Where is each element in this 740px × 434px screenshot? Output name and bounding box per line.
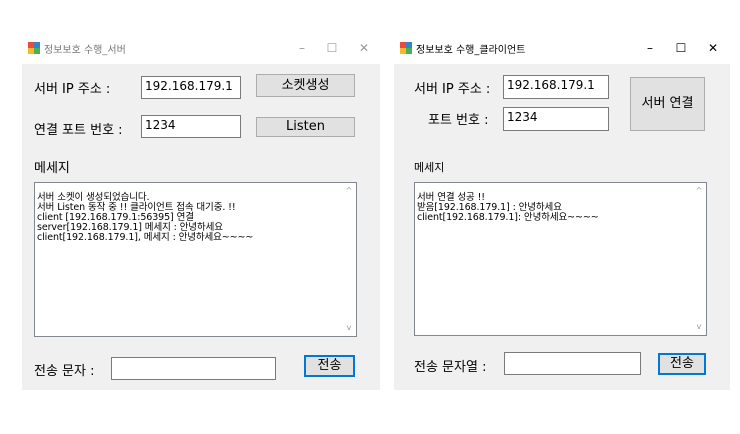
server-port-label: 연결 포트 번호 : xyxy=(34,123,123,138)
client-window: 정보보호 수행_클라이언트 – ☐ ✕ 서버 IP 주소 : 192.168.1… xyxy=(394,32,730,390)
client-message-text: 서버 연결 성공 !! 받음[192.168.179.1] : 안녕하세요 cl… xyxy=(417,192,599,223)
app-icon xyxy=(400,42,412,54)
close-button[interactable]: ✕ xyxy=(352,39,376,57)
client-message-label: 메세지 xyxy=(414,161,445,174)
server-titlebar[interactable]: 정보보호 수행_서버 – ☐ ✕ xyxy=(22,32,380,64)
server-window: 정보보호 수행_서버 – ☐ ✕ 서버 IP 주소 : 192.168.179.… xyxy=(22,32,380,390)
scroll-up-icon[interactable]: ^ xyxy=(344,186,354,196)
client-send-input[interactable] xyxy=(504,352,641,375)
server-message-box[interactable]: 서버 소켓이 생성되었습니다. 서버 Listen 동작 중 !! 클라이언트 … xyxy=(34,182,357,337)
minimize-button[interactable]: – xyxy=(638,39,662,57)
server-ip-label: 서버 IP 주소 : xyxy=(34,82,111,97)
client-ip-input[interactable]: 192.168.179.1 xyxy=(503,75,609,99)
client-port-label: 포트 번호 : xyxy=(428,113,489,128)
window-title: 정보보호 수행_클라이언트 xyxy=(416,45,526,56)
minimize-button[interactable]: – xyxy=(290,39,314,57)
listen-button[interactable]: Listen xyxy=(256,117,355,137)
client-ip-label: 서버 IP 주소 : xyxy=(414,82,491,97)
scroll-up-icon[interactable]: ^ xyxy=(694,186,704,196)
server-send-button[interactable]: 전송 xyxy=(304,355,355,377)
client-port-input[interactable]: 1234 xyxy=(503,107,609,131)
close-button[interactable]: ✕ xyxy=(701,39,725,57)
client-titlebar[interactable]: 정보보호 수행_클라이언트 – ☐ ✕ xyxy=(394,32,730,64)
server-connect-button[interactable]: 서버 연결 xyxy=(630,77,705,131)
maximize-button[interactable]: ☐ xyxy=(320,39,344,57)
maximize-button[interactable]: ☐ xyxy=(669,39,693,57)
client-message-box[interactable]: 서버 연결 성공 !! 받음[192.168.179.1] : 안녕하세요 cl… xyxy=(414,182,707,336)
create-socket-button[interactable]: 소켓생성 xyxy=(256,74,355,97)
app-icon xyxy=(28,42,40,54)
server-message-text: 서버 소켓이 생성되었습니다. 서버 Listen 동작 중 !! 클라이언트 … xyxy=(37,192,254,243)
scroll-down-icon[interactable]: v xyxy=(344,323,354,333)
scroll-down-icon[interactable]: v xyxy=(694,322,704,332)
server-send-label: 전송 문자 : xyxy=(34,364,95,379)
server-ip-input[interactable]: 192.168.179.1 xyxy=(141,76,241,99)
server-message-label: 메세지 xyxy=(34,161,70,176)
window-title: 정보보호 수행_서버 xyxy=(44,45,126,56)
client-send-button[interactable]: 전송 xyxy=(658,353,706,375)
server-port-input[interactable]: 1234 xyxy=(141,115,241,138)
server-send-input[interactable] xyxy=(111,357,276,380)
client-send-label: 전송 문자열 : xyxy=(414,360,487,375)
